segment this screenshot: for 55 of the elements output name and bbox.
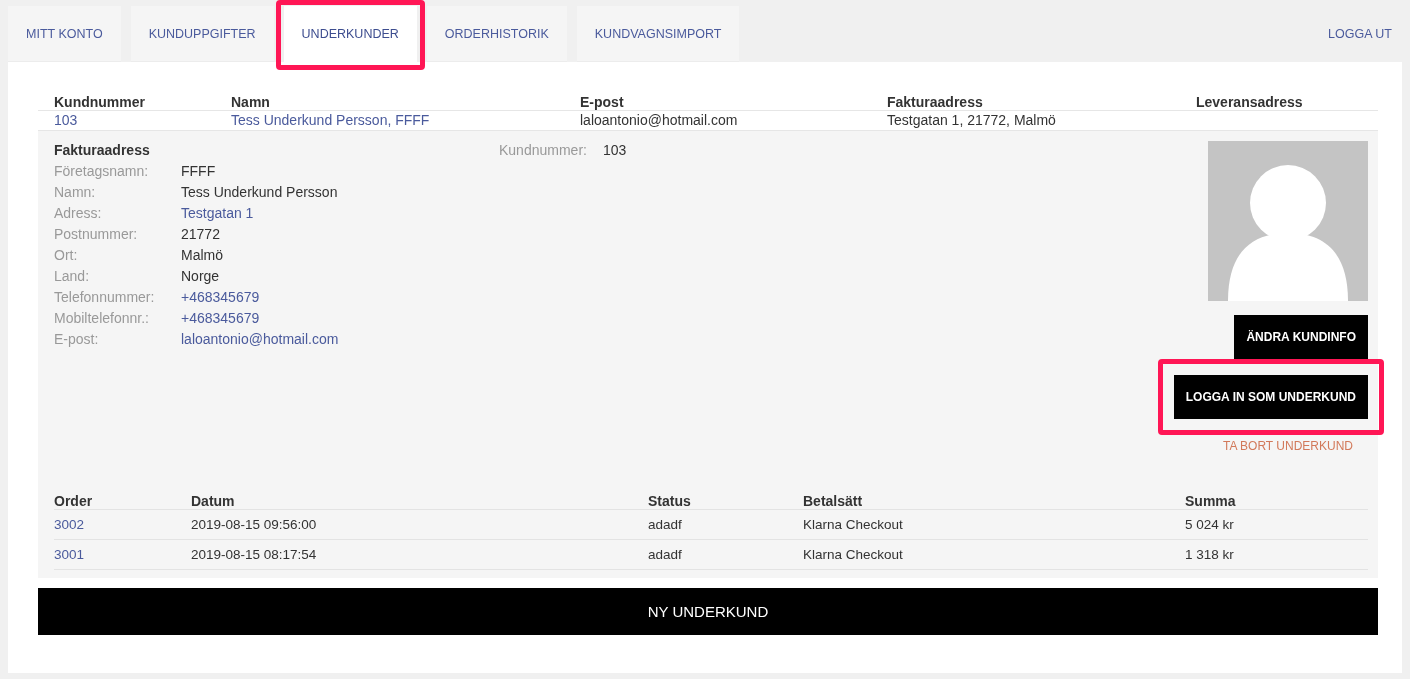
avatar-silhouette-icon: [1208, 141, 1368, 301]
table-cell-text: Klarna Checkout: [803, 516, 904, 534]
tab[interactable]: ORDERHISTORIK: [426, 6, 567, 62]
column-header: Betalsätt: [803, 492, 864, 509]
field-label: Kundnummer:: [499, 141, 587, 160]
order-link[interactable]: 3002: [54, 510, 191, 539]
new-subcustomer-button[interactable]: NY UNDERKUND: [38, 588, 1378, 635]
column-header: Datum: [191, 492, 236, 509]
table-cell-text: 5 024 kr: [1185, 516, 1235, 534]
table-cell-text: adadf: [648, 516, 683, 534]
table-cell-text: 2019-08-15 08:17:54: [191, 546, 318, 564]
field-label: Mobiltelefonnr.:: [54, 309, 150, 328]
field-label: Postnummer:: [54, 225, 139, 244]
column-header: Fakturaadress: [887, 93, 984, 110]
table-link[interactable]: Tess Underkund Persson, FFFF: [231, 111, 580, 130]
field-value: Norge: [181, 267, 221, 286]
field-label: Ort:: [54, 246, 79, 265]
field-value: 21772: [181, 225, 221, 244]
table-cell-text: 2019-08-15 09:56:00: [191, 516, 318, 534]
tab[interactable]: KUNDVAGNSIMPORT: [576, 6, 740, 62]
column-header: Order: [54, 492, 94, 509]
action-button[interactable]: LOGGA IN SOM UNDERKUND: [1173, 375, 1368, 419]
field-label: Land:: [54, 267, 91, 286]
column-header: Summa: [1185, 492, 1237, 509]
column-header: Status: [648, 492, 692, 509]
table-cell-text: adadf: [648, 546, 683, 564]
tab[interactable]: KUNDUPPGIFTER: [130, 6, 274, 62]
order-link[interactable]: 3001: [54, 540, 191, 569]
table-link[interactable]: 103: [54, 111, 231, 130]
field-link[interactable]: +468345679: [181, 309, 499, 328]
field-label: Adress:: [54, 204, 103, 223]
section-heading: Fakturaadress: [54, 141, 151, 160]
field-link[interactable]: Testgatan 1: [181, 204, 499, 223]
field-value: Malmö: [181, 246, 224, 265]
table-cell-text: Testgatan 1, 21772, Malmö: [887, 111, 1057, 130]
logout-link[interactable]: LOGGA UT: [1328, 27, 1402, 41]
field-label: Telefonnummer:: [54, 288, 156, 307]
tab[interactable]: UNDERKUNDER: [283, 6, 417, 62]
table-cell-text: laloantonio@hotmail.com: [580, 111, 739, 130]
field-label: Företagsnamn:: [54, 162, 150, 181]
table-cell-text: 1 318 kr: [1185, 546, 1235, 564]
column-header: Kundnummer: [54, 93, 146, 110]
field-value: Tess Underkund Persson: [181, 183, 339, 202]
field-value: FFFF: [181, 162, 217, 181]
column-header: Leveransadress: [1196, 93, 1304, 110]
field-label: Namn:: [54, 183, 97, 202]
action-button[interactable]: ÄNDRA KUNDINFO: [1234, 315, 1368, 359]
field-link[interactable]: laloantonio@hotmail.com: [181, 330, 499, 349]
field-link[interactable]: +468345679: [181, 288, 499, 307]
tab[interactable]: MITT KONTO: [8, 6, 121, 62]
table-cell-text: Klarna Checkout: [803, 546, 904, 564]
column-header: E-post: [580, 93, 625, 110]
field-value: 103: [602, 141, 627, 160]
field-label: E-post:: [54, 330, 100, 349]
column-header: Namn: [231, 93, 271, 110]
